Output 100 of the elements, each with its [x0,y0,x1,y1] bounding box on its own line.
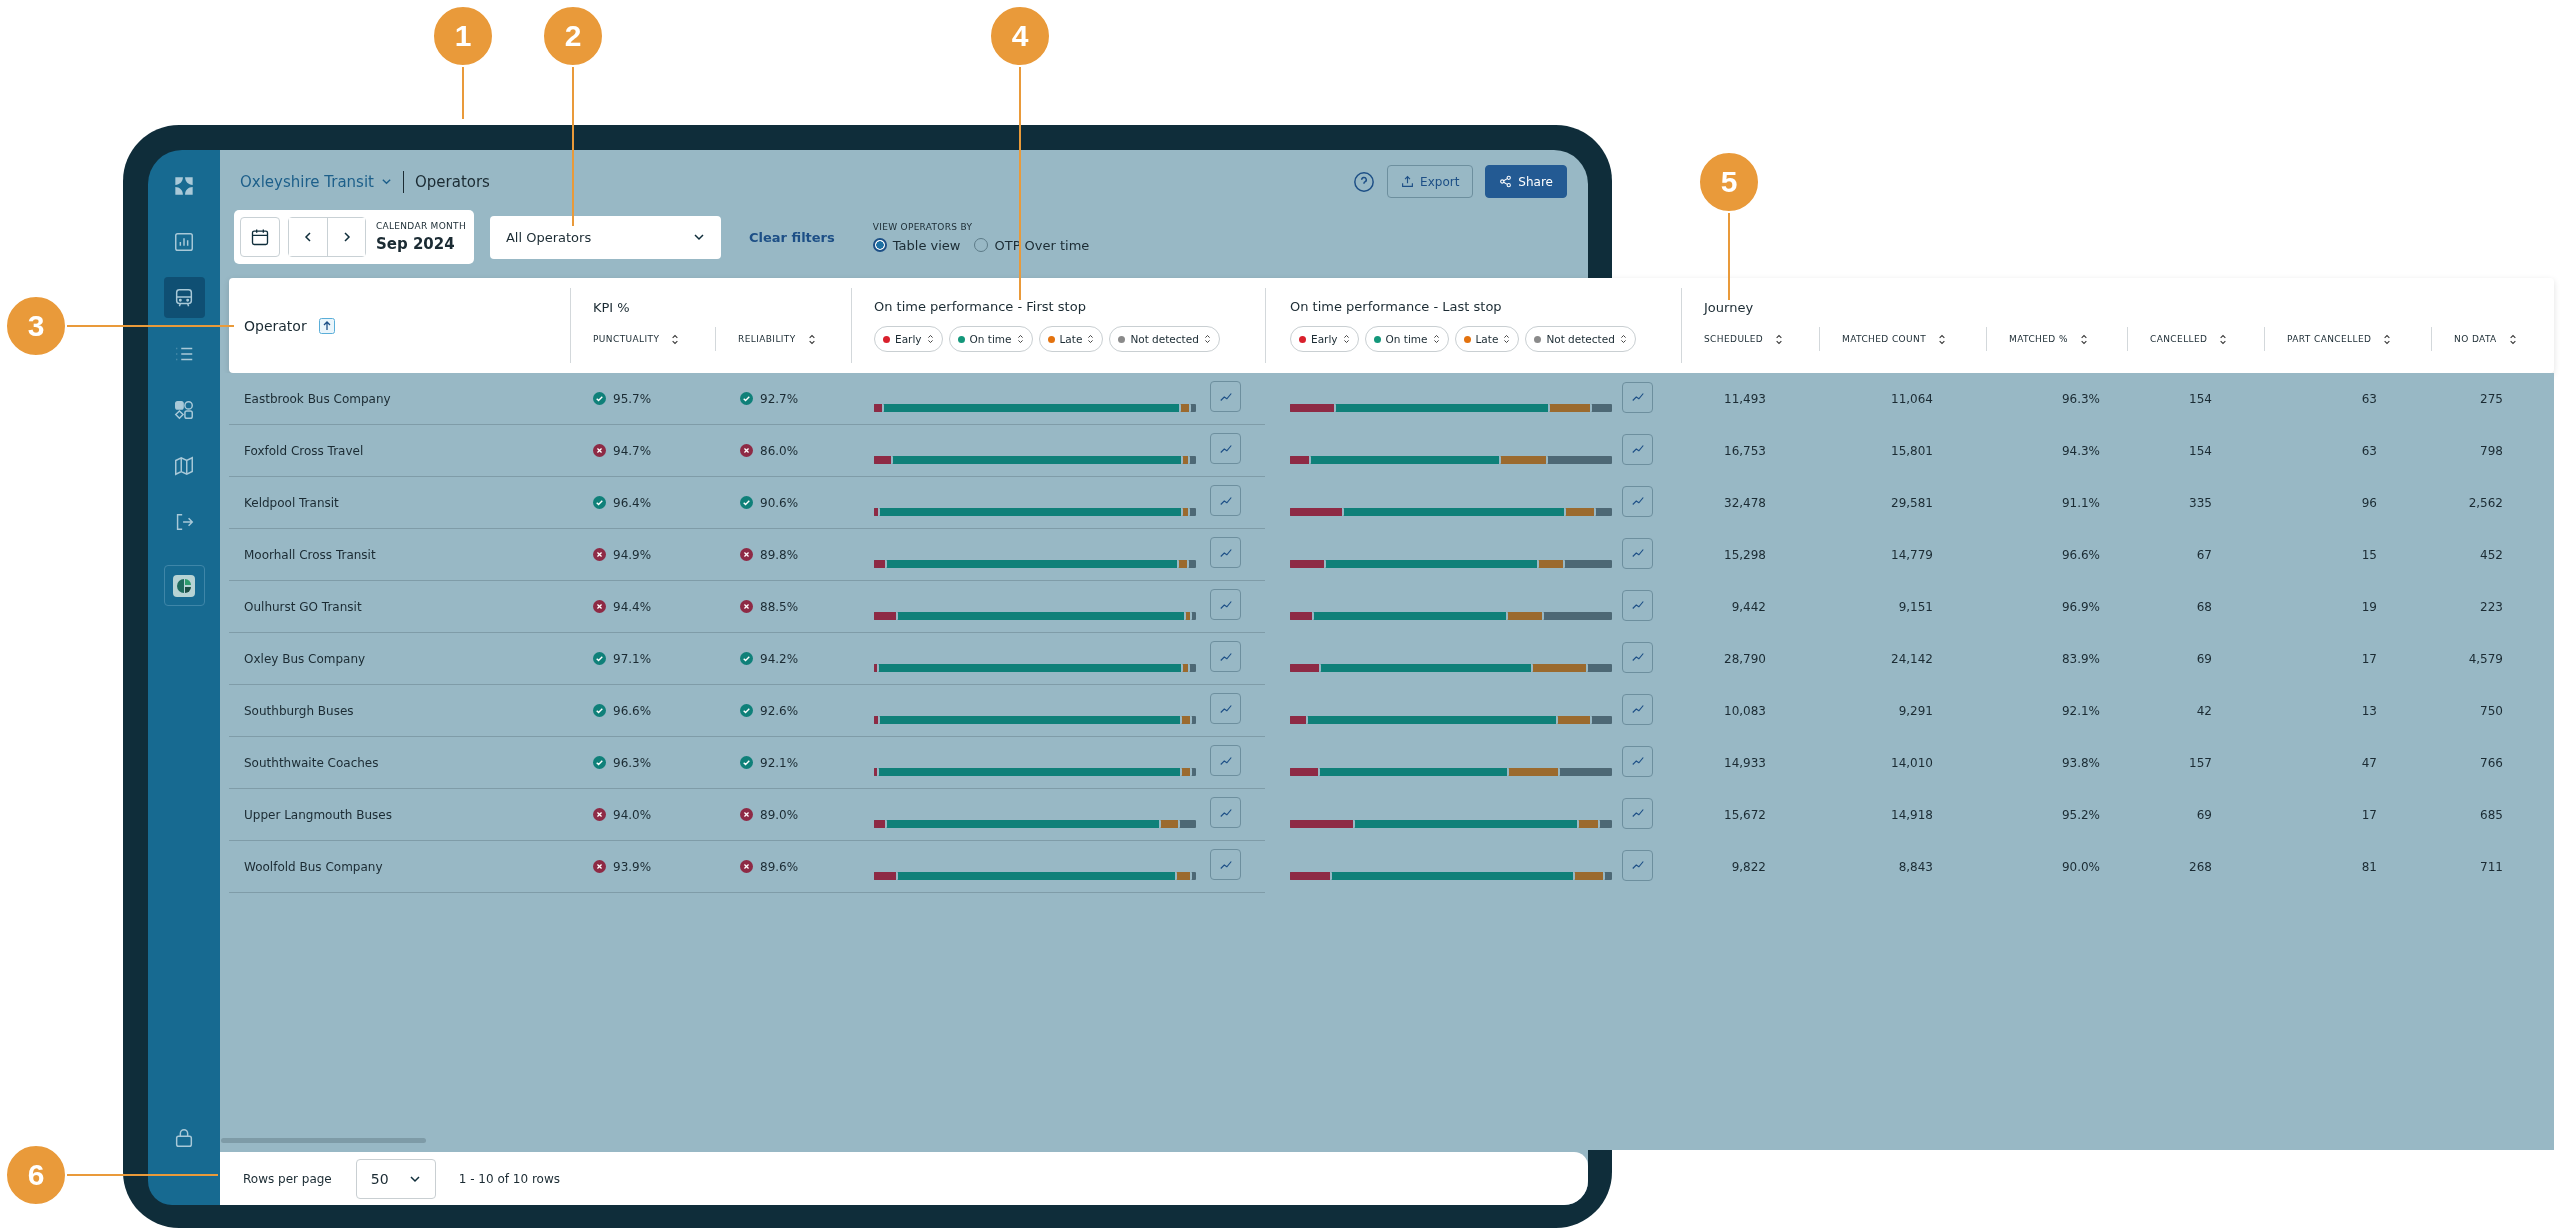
legend-filter-chip[interactable]: Early [874,326,943,352]
legend-filter-chip[interactable]: Late [1454,326,1520,352]
rows-per-page-select[interactable]: 50 [355,1158,436,1199]
sort-icon[interactable] [807,333,816,345]
trend-chart-button[interactable] [1210,693,1241,724]
sort-ascending-icon[interactable] [318,317,335,334]
table-cell: 766 [2480,756,2503,770]
sort-icon[interactable] [1938,333,1947,345]
sort-icon[interactable] [2079,333,2088,345]
sort-icon [1342,334,1350,344]
kpi-value: 94.4% [613,599,652,614]
sidebar-item[interactable] [163,565,205,606]
column-header: NO DATA [2454,334,2497,344]
table-cell: 15,298 [1724,548,1766,562]
kpi-value: 89.6% [760,859,799,874]
trend-chart-button[interactable] [1622,381,1653,413]
trend-chart-button[interactable] [1622,797,1653,829]
upload-icon [1401,175,1415,188]
trend-chart-button[interactable] [1210,433,1241,464]
trend-chart-button[interactable] [1622,537,1653,569]
sort-icon[interactable] [671,333,680,345]
kpi-value: 94.9% [613,547,652,562]
sort-icon[interactable] [2219,333,2228,345]
kpi-value: 97.1% [613,651,652,666]
legend-filter-chip[interactable]: Early [1290,326,1359,352]
chevron-down-icon[interactable] [380,176,392,187]
kpi-value: 94.7% [613,443,652,458]
legend-filter-chip[interactable]: Not detected [1109,326,1220,352]
trend-chart-button[interactable] [1622,641,1653,673]
legend-filter-chip[interactable]: Late [1038,326,1104,352]
trend-chart-button[interactable] [1210,641,1241,672]
legend-filter-chip[interactable]: On time [948,326,1033,352]
table-cell: 275 [2480,392,2503,406]
sort-icon [1503,334,1511,344]
trend-chart-button[interactable] [1210,745,1241,776]
callout-number: 6 [5,1144,67,1206]
table-cell: 15 [2361,548,2377,562]
trend-chart-button[interactable] [1210,849,1241,880]
kpi-value: 94.2% [760,651,799,666]
trend-chart-button[interactable] [1210,485,1241,516]
chevron-down-icon [692,231,705,243]
operator-dropdown[interactable]: All Operators [489,215,721,259]
view-radio[interactable]: Table view [872,237,961,253]
table-cell: 10,083 [1724,704,1766,718]
lock-icon[interactable] [173,1127,195,1149]
trend-chart-button[interactable] [1622,589,1653,621]
table-cell: 15,672 [1724,808,1766,822]
table-cell: 798 [2480,444,2503,458]
calendar-button[interactable] [240,217,280,257]
table-cell: 29,581 [1891,496,1933,510]
table-cell: 157 [2189,756,2212,770]
callout-number: 3 [5,295,67,357]
trend-chart-button[interactable] [1210,381,1241,412]
table-cell: 16,753 [1724,444,1766,458]
next-month-button[interactable] [327,218,365,256]
table-cell: 14,918 [1891,808,1933,822]
sidebar-item[interactable] [163,277,205,318]
table-cell: 15,801 [1891,444,1933,458]
table-cell: 69 [2196,652,2212,666]
trend-chart-button[interactable] [1622,693,1653,725]
export-button[interactable]: Export [1387,165,1474,198]
trend-chart-button[interactable] [1210,589,1241,620]
trend-chart-button[interactable] [1622,433,1653,465]
kpi-value: 94.0% [613,807,652,822]
table-cell: 14,779 [1891,548,1933,562]
callout-number: 5 [1698,151,1760,213]
operator-name: Oulhurst GO Transit [244,599,362,614]
trend-chart-button[interactable] [1210,537,1241,568]
table-cell: 2,562 [2468,496,2503,510]
sort-icon [1087,334,1095,344]
view-radio[interactable]: OTP Over time [974,237,1090,253]
app-tile-icon [172,573,196,598]
month-value: Sep 2024 [376,235,456,253]
clear-filters-link[interactable]: Clear filters [748,229,835,245]
table-cell: 24,142 [1891,652,1933,666]
trend-chart-button[interactable] [1622,849,1653,881]
trend-chart-button[interactable] [1622,745,1653,777]
legend-filter-chip[interactable]: Not detected [1525,326,1636,352]
callout-number: 2 [542,5,604,67]
legend-filter-chip[interactable]: On time [1364,326,1449,352]
page-title: Operators [414,172,490,191]
kpi-value: 92.1% [760,755,799,770]
help-icon[interactable] [1353,170,1376,193]
sort-icon[interactable] [1775,333,1784,345]
trend-chart-button[interactable] [1210,797,1241,828]
kpi-value: 96.6% [613,703,652,718]
kpi-value: 96.3% [613,755,652,770]
sort-icon[interactable] [2383,333,2392,345]
table-cell: 154 [2189,444,2212,458]
line-chart-icon [1630,806,1645,820]
table-cell: 90.0% [2061,860,2100,874]
operator-name: Eastbrook Bus Company [244,391,391,406]
sort-icon[interactable] [2508,333,2517,345]
table-cell: 92.1% [2061,704,2100,718]
bus-icon [173,286,195,309]
share-button[interactable]: Share [1485,165,1567,198]
table-cell: 8,843 [1898,860,1933,874]
trend-chart-button[interactable] [1622,485,1653,517]
table-cell: 96 [2361,496,2377,510]
scrollbar-thumb[interactable] [221,1138,426,1143]
